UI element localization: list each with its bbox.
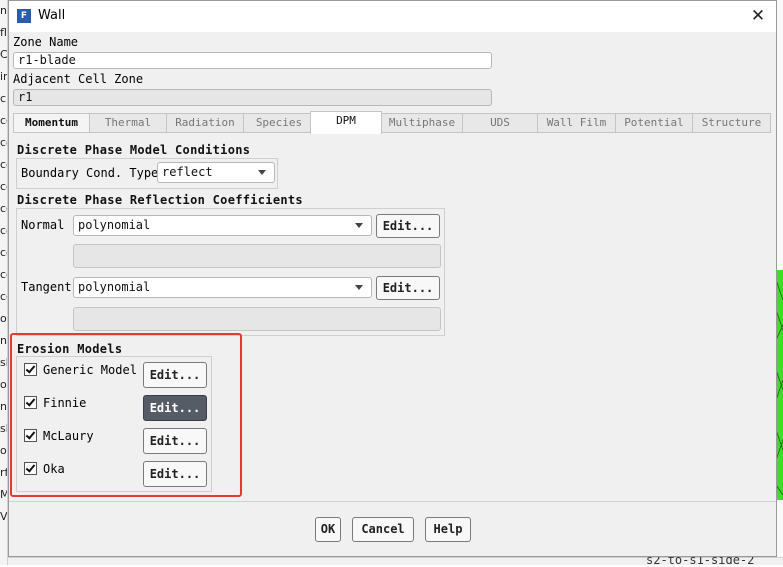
boundary-cond-type-value: reflect: [162, 165, 213, 179]
mesh-graphics-fragment: [776, 270, 783, 500]
background-fragment-text: co: [0, 180, 7, 193]
tab-momentum[interactable]: Momentum: [13, 113, 90, 133]
tangent-method-value: polynomial: [78, 280, 151, 294]
tangent-label: Tangent: [21, 280, 72, 294]
fluent-app-icon: F: [17, 9, 31, 23]
adjacent-cell-zone-field: r1: [13, 89, 492, 106]
chevron-down-icon: [355, 223, 363, 228]
zone-name-field[interactable]: r1-blade: [13, 52, 492, 69]
background-fragment-text: rf: [0, 466, 8, 479]
background-fragment-text: sh: [0, 356, 7, 369]
tab-wall-film[interactable]: Wall Film: [537, 113, 616, 133]
background-fragment-text: M: [0, 488, 7, 502]
tab-radiation[interactable]: Radiation: [166, 113, 244, 133]
wall-dialog: F Wall ✕ Zone Name r1-blade Adjacent Cel…: [8, 0, 777, 557]
tab-thermal[interactable]: Thermal: [89, 113, 167, 133]
background-fragment-text: co: [0, 246, 7, 259]
background-fragment-text: n: [0, 400, 7, 413]
zone-name-label: Zone Name: [13, 35, 79, 49]
erosion-models-highlight: [10, 333, 242, 497]
tab-structure[interactable]: Structure: [692, 113, 771, 133]
tab-uds[interactable]: UDS: [462, 113, 538, 133]
normal-label: Normal: [21, 218, 65, 232]
footer-divider: [9, 501, 776, 502]
boundary-cond-type-label: Boundary Cond. Type: [21, 166, 159, 180]
tangent-method-dropdown[interactable]: polynomial: [73, 277, 372, 298]
background-fragment-text: C: [0, 48, 8, 61]
tab-potential[interactable]: Potential: [615, 113, 693, 133]
background-fragment-text: sh: [0, 422, 7, 435]
background-status-bar: s2-to-s1-side-2: [8, 553, 783, 567]
reflection-coefficients-title: Discrete Phase Reflection Coefficients: [17, 193, 303, 207]
tangent-coefficients-field: [73, 307, 441, 331]
chevron-down-icon: [258, 170, 266, 175]
tab-multiphase[interactable]: Multiphase: [381, 113, 463, 133]
background-fragment-text: V: [0, 510, 8, 523]
background-fragment-text: co: [0, 268, 7, 281]
close-icon[interactable]: ✕: [746, 5, 770, 27]
tab-species[interactable]: Species: [243, 113, 315, 133]
tab-dpm[interactable]: DPM: [310, 111, 382, 134]
normal-coefficients-field: [73, 244, 441, 268]
adjacent-cell-zone-label: Adjacent Cell Zone: [13, 72, 144, 86]
background-fragment-text: co: [0, 202, 7, 215]
normal-edit-button[interactable]: Edit...: [376, 214, 440, 238]
chevron-down-icon: [355, 285, 363, 290]
background-fragment-text: co: [0, 224, 7, 237]
background-fragment-text: n: [0, 4, 7, 17]
tangent-edit-button[interactable]: Edit...: [376, 276, 440, 300]
background-panel-left: n fl Cin cl co co co co co co co co co ol n sh ol n sh ol rf…: [0, 0, 8, 565]
background-fragment-text: ol: [0, 444, 7, 457]
title-bar: F Wall ✕: [9, 1, 776, 32]
help-button[interactable]: Help: [425, 517, 471, 542]
background-fragment-text: cl: [0, 92, 7, 105]
background-fragment-text: co: [0, 136, 7, 149]
background-fragment-text: ol: [0, 312, 7, 325]
background-fragment-text: co: [0, 114, 7, 127]
ok-button[interactable]: OK: [315, 517, 341, 542]
dialog-title: Wall: [38, 8, 66, 23]
normal-method-dropdown[interactable]: polynomial: [73, 215, 372, 236]
background-fragment-text: n: [0, 334, 7, 347]
tab-bar: Momentum Thermal Radiation Species DPM M…: [13, 111, 771, 134]
cancel-button[interactable]: Cancel: [352, 517, 414, 542]
background-fragment-text: co: [0, 158, 7, 171]
dpm-conditions-title: Discrete Phase Model Conditions: [17, 143, 251, 157]
boundary-cond-type-dropdown[interactable]: reflect: [157, 162, 275, 183]
background-fragment-text: fl: [0, 26, 7, 39]
background-fragment-text: ol: [0, 378, 7, 391]
background-fragment-text: co: [0, 290, 7, 303]
normal-method-value: polynomial: [78, 218, 151, 232]
background-fragment-text: in: [0, 70, 7, 83]
